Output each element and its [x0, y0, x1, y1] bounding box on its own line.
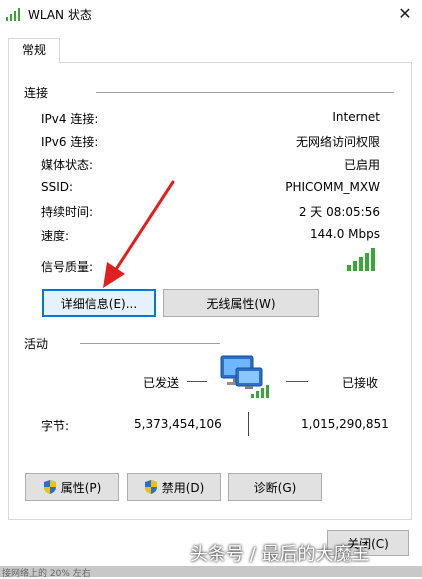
details-button[interactable]: 详细信息(E)... — [42, 289, 156, 317]
duration-label: 持续时间: — [41, 205, 94, 219]
window-title: WLAN 状态 — [28, 8, 92, 22]
received-label: 已接收 — [342, 376, 379, 390]
tab-general[interactable]: 常规 — [8, 38, 60, 63]
ipv6-label: IPv6 连接: — [41, 135, 99, 149]
wireless-properties-button[interactable]: 无线属性(W) — [163, 289, 319, 317]
ipv4-value: Internet — [332, 110, 380, 124]
disable-button[interactable]: 禁用(D) — [127, 473, 221, 501]
media-state-label: 媒体状态: — [41, 158, 94, 172]
speed-label: 速度: — [41, 229, 70, 243]
ipv4-label: IPv4 连接: — [41, 112, 99, 126]
red-arrow-annotation — [103, 180, 175, 288]
duration-value: 2 天 08:05:56 — [298, 205, 380, 219]
properties-button-label: 属性(P) — [60, 480, 102, 495]
activity-separator — [80, 343, 220, 344]
received-dash — [286, 381, 308, 382]
disable-button-label: 禁用(D) — [161, 480, 205, 495]
diagnose-button[interactable]: 诊断(G) — [228, 473, 322, 501]
bytes-divider — [248, 412, 249, 436]
connection-section-title: 连接 — [24, 86, 49, 100]
speed-value: 144.0 Mbps — [309, 227, 380, 241]
network-computers-icon — [220, 355, 269, 398]
ipv6-value: 无网络访问权限 — [295, 135, 380, 149]
close-window-button[interactable]: ✕ — [392, 2, 418, 26]
media-state-value: 已启用 — [343, 158, 380, 172]
sent-label: 已发送 — [143, 376, 180, 390]
signal-quality-label: 信号质量: — [41, 260, 94, 274]
signal-strength-icon — [347, 247, 375, 271]
activity-section-title: 活动 — [24, 337, 49, 351]
watermark-text: 头条号 / 最后的大魔王 — [190, 544, 370, 565]
wifi-signal-icon — [6, 7, 20, 21]
bytes-sent-value: 5,373,454,106 — [134, 417, 222, 431]
ssid-value: PHICOMM_MXW — [285, 180, 380, 194]
sent-dash — [187, 381, 207, 382]
connection-separator — [96, 92, 394, 93]
properties-button[interactable]: 属性(P) — [25, 473, 119, 501]
bottom-cutoff-text: 接网络上的 20% 左右 — [2, 569, 91, 579]
uac-shield-icon — [144, 480, 157, 494]
bytes-label: 字节: — [41, 419, 70, 433]
ssid-label: SSID: — [41, 180, 74, 194]
bytes-received-value: 1,015,290,851 — [301, 417, 389, 431]
uac-shield-icon — [43, 480, 56, 494]
